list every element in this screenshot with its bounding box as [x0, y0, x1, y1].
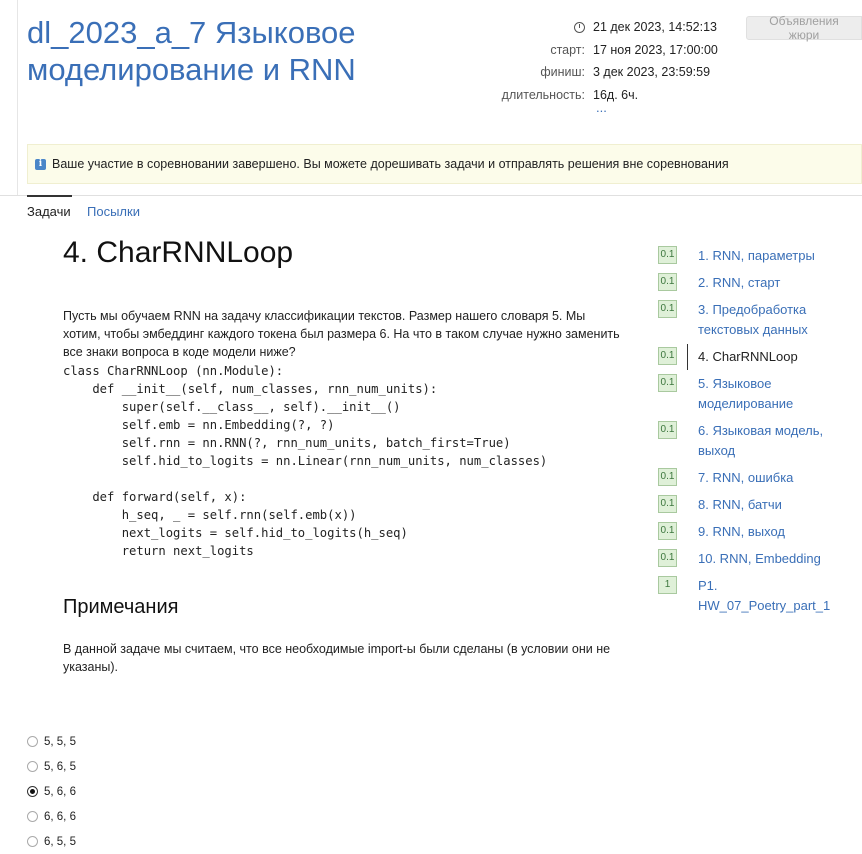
- score-badge: 0.1: [658, 273, 677, 291]
- info-icon: i: [35, 158, 46, 170]
- radio-button[interactable]: [27, 811, 38, 822]
- meta-finish-row: финиш: 3 дек 2023, 23:59:59: [470, 61, 730, 84]
- problem-link[interactable]: 8. RNN, батчи: [698, 495, 848, 515]
- problem-link[interactable]: 2. RNN, старт: [698, 273, 848, 293]
- score-badge: 0.1: [658, 468, 677, 486]
- radio-button-selected[interactable]: [27, 786, 38, 797]
- score-badge: 0.1: [658, 522, 677, 540]
- notes-text: В данной задаче мы считаем, что все необ…: [63, 642, 611, 674]
- problem-link[interactable]: 7. RNN, ошибка: [698, 468, 848, 488]
- score-badge: 0.1: [658, 374, 677, 392]
- meta-now-row: 21 дек 2023, 14:52:13: [470, 16, 730, 39]
- radio-button[interactable]: [27, 836, 38, 847]
- meta-finish: 3 дек 2023, 23:59:59: [593, 65, 711, 80]
- meta-start-row: старт: 17 ноя 2023, 17:00:00: [470, 39, 730, 62]
- problem-link[interactable]: 9. RNN, выход: [698, 522, 848, 542]
- meta-start: 17 ноя 2023, 17:00:00: [593, 42, 718, 57]
- answer-option[interactable]: 5, 6, 6: [27, 779, 76, 804]
- contest-meta: 21 дек 2023, 14:52:13 старт: 17 ноя 2023…: [470, 16, 730, 115]
- clock-icon: [574, 22, 585, 34]
- problem-link[interactable]: 3. Предобработка текстовых данных: [698, 300, 848, 340]
- meta-duration-label: длительность:: [501, 87, 585, 102]
- answer-option[interactable]: 5, 5, 5: [27, 729, 76, 754]
- score-badge: 1: [658, 576, 677, 594]
- score-badge: 0.1: [658, 246, 677, 264]
- problem-link[interactable]: P1. HW_07_Poetry_part_1: [698, 576, 848, 616]
- answer-option-label: 5, 6, 5: [44, 760, 76, 773]
- participation-alert: i Ваше участие в соревновании завершено.…: [27, 144, 862, 184]
- tabs-divider: [0, 195, 862, 196]
- meta-start-label: старт:: [550, 42, 585, 57]
- score-badge: 0.1: [658, 300, 677, 318]
- score-badge: 0.1: [658, 549, 677, 567]
- meta-more-link[interactable]: ...: [596, 100, 607, 115]
- answer-option[interactable]: 6, 6, 6: [27, 804, 76, 829]
- tab-problems[interactable]: Задачи: [27, 195, 72, 219]
- answer-option[interactable]: 6, 5, 5: [27, 829, 76, 854]
- notes-title: Примечания: [63, 596, 179, 618]
- meta-finish-label: финиш:: [540, 65, 585, 80]
- jury-announcements-button[interactable]: Объявления жюри: [746, 14, 862, 42]
- meta-now: 21 дек 2023, 14:52:13: [593, 20, 717, 35]
- answer-option-label: 5, 6, 6: [44, 785, 76, 798]
- header-left-rule: [17, 0, 18, 195]
- answer-option-label: 5, 5, 5: [44, 735, 76, 748]
- radio-button[interactable]: [27, 761, 38, 772]
- contest-title: dl_2023_a_7 Языковое моделирование и RNN: [27, 15, 356, 87]
- answer-option[interactable]: 5, 6, 5: [27, 754, 76, 779]
- answer-option-label: 6, 6, 6: [44, 810, 76, 823]
- problem-link[interactable]: 10. RNN, Embedding: [698, 549, 848, 569]
- problem-link[interactable]: 5. Языковое моделирование: [698, 374, 848, 414]
- problem-link-current[interactable]: 4. CharRNNLoop: [698, 347, 848, 367]
- tab-submissions[interactable]: Посылки: [87, 204, 140, 219]
- score-badge: 0.1: [658, 347, 677, 365]
- current-indicator: [687, 344, 688, 370]
- problem-statement: Пусть мы обучаем RNN на задачу классифик…: [63, 309, 620, 359]
- alert-text: Ваше участие в соревновании завершено. В…: [52, 157, 729, 171]
- answer-options: 5, 5, 5 5, 6, 5 5, 6, 6 6, 6, 6 6, 5, 5: [27, 729, 76, 854]
- problem-link[interactable]: 6. Языковая модель, выход: [698, 421, 848, 461]
- score-badge: 0.1: [658, 495, 677, 513]
- radio-button[interactable]: [27, 736, 38, 747]
- problem-title: 4. CharRNNLoop: [63, 236, 294, 269]
- score-badge: 0.1: [658, 421, 677, 439]
- problem-code: class CharRNNLoop (nn.Module): def __ini…: [63, 364, 548, 558]
- problem-link[interactable]: 1. RNN, параметры: [698, 246, 848, 266]
- answer-option-label: 6, 5, 5: [44, 835, 76, 848]
